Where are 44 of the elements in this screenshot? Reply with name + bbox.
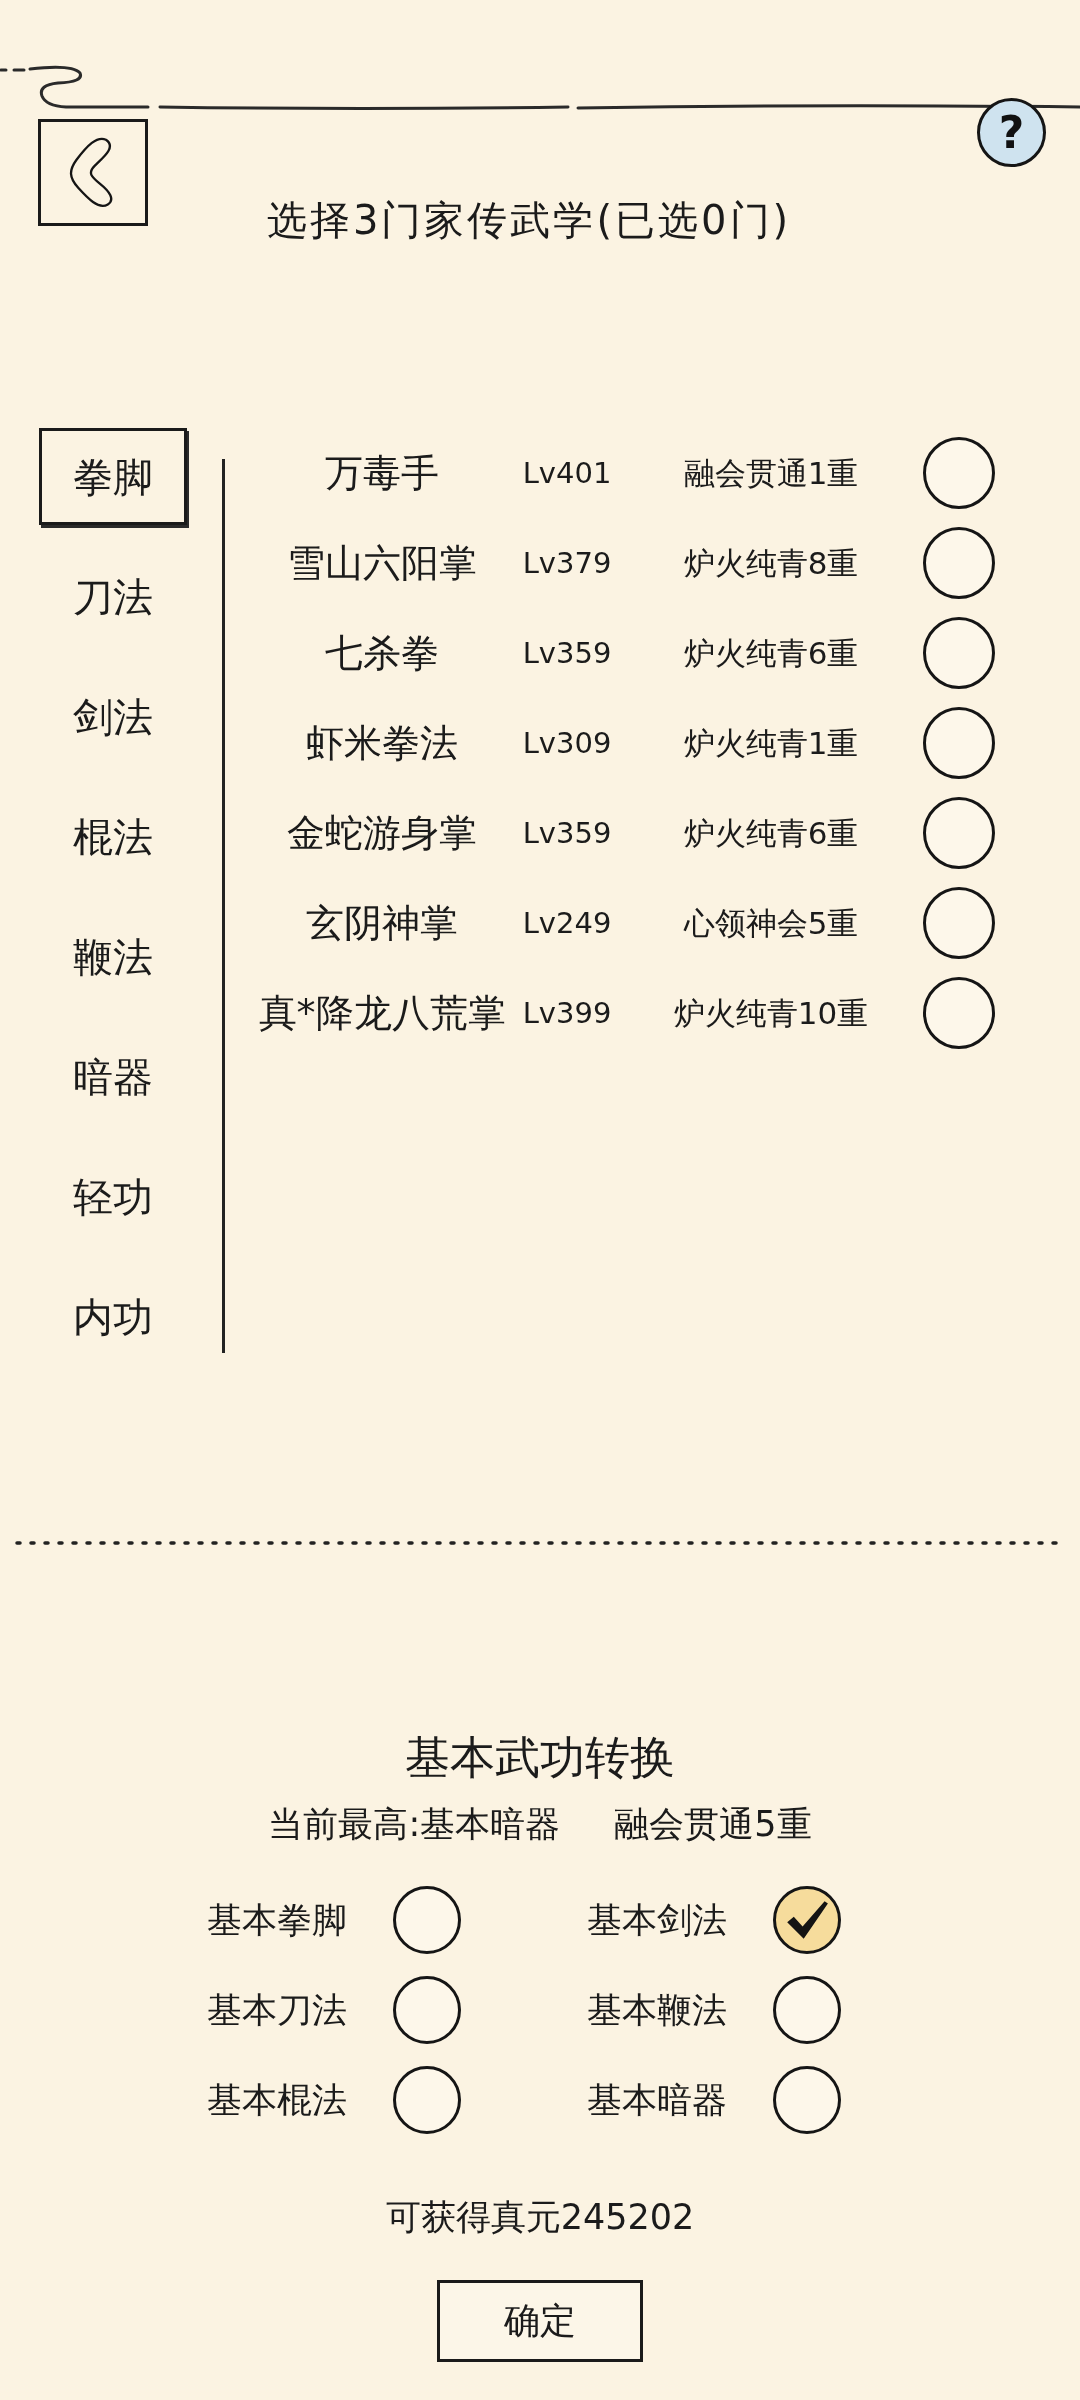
skill-realm: 融会贯通1重 <box>682 454 860 493</box>
skill-realm: 炉火纯青1重 <box>682 724 860 763</box>
back-button[interactable] <box>38 119 148 226</box>
skill-realm: 心领神会5重 <box>682 904 860 943</box>
category-tab[interactable]: 拳脚 <box>39 428 187 525</box>
skill-level: Lv359 <box>521 635 613 672</box>
skill-level: Lv249 <box>521 905 613 942</box>
confirm-button[interactable]: 确定 <box>437 2280 643 2362</box>
category-tab[interactable]: 刀法 <box>39 548 187 645</box>
category-tab[interactable]: 内功 <box>39 1268 187 1365</box>
skill-level: Lv309 <box>521 725 613 762</box>
option-label: 基本拳脚 <box>207 1899 348 1942</box>
skill-realm: 炉火纯青6重 <box>682 634 860 673</box>
skill-name: 万毒手 <box>324 450 440 496</box>
skill-realm: 炉火纯青8重 <box>682 544 860 583</box>
category-tab[interactable]: 鞭法 <box>39 908 187 1005</box>
skill-name: 玄阴神掌 <box>305 900 459 946</box>
category-tab[interactable]: 剑法 <box>39 668 187 765</box>
reward-text: 可获得真元245202 <box>385 2196 695 2239</box>
current-best-label: 当前最高:基本暗器 <box>268 1803 561 1846</box>
skill-name: 虾米拳法 <box>305 720 459 766</box>
section-title: 基本武功转换 <box>405 1731 675 1785</box>
skill-name: 金蛇游身掌 <box>286 810 478 856</box>
skill-level: Lv401 <box>521 455 613 492</box>
category-tab[interactable]: 轻功 <box>39 1148 187 1245</box>
option-label: 基本刀法 <box>207 1989 348 2032</box>
option-label: 基本鞭法 <box>587 1989 728 2032</box>
skill-realm: 炉火纯青10重 <box>672 994 870 1033</box>
help-button[interactable]: ? <box>977 98 1046 167</box>
skill-level: Lv379 <box>521 545 613 582</box>
option-label: 基本剑法 <box>587 1899 728 1942</box>
skill-level: Lv359 <box>521 815 613 852</box>
category-tab[interactable]: 暗器 <box>39 1028 187 1125</box>
category-tab[interactable]: 棍法 <box>39 788 187 885</box>
option-label: 基本棍法 <box>207 2079 348 2122</box>
skill-name: 雪山六阳掌 <box>286 540 478 586</box>
option-label: 基本暗器 <box>587 2079 728 2122</box>
skill-realm: 炉火纯青6重 <box>682 814 860 853</box>
current-realm-label: 融会贯通5重 <box>614 1803 812 1846</box>
skill-name: 真*降龙八荒掌 <box>257 990 507 1036</box>
skill-level: Lv399 <box>521 995 613 1032</box>
skill-name: 七杀拳 <box>324 630 440 676</box>
check-icon <box>785 1900 829 1940</box>
page-title: 选择3门家传武学(已选0门) <box>267 196 792 245</box>
